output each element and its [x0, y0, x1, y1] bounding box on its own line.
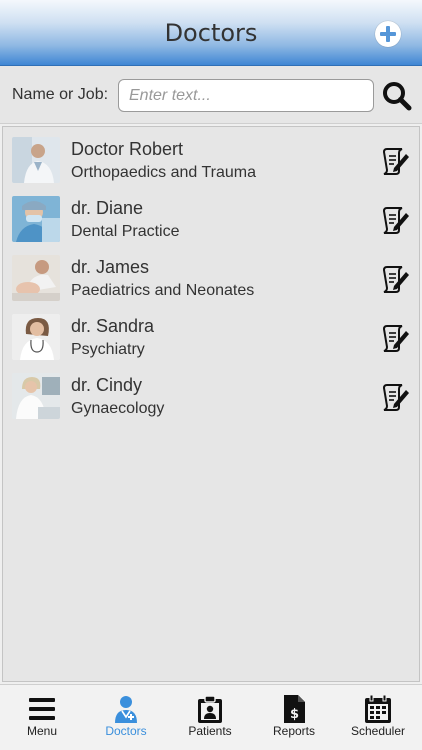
edit-icon[interactable] — [380, 382, 410, 412]
tab-patients[interactable]: Patients — [168, 685, 252, 750]
tab-label: Reports — [272, 724, 316, 738]
tab-doctors[interactable]: Doctors — [84, 685, 168, 750]
add-doctor-button[interactable] — [375, 21, 401, 47]
doctor-name: Doctor Robert — [71, 139, 184, 159]
list-item[interactable]: dr. James Paediatrics and Neonates — [3, 245, 419, 303]
avatar — [12, 255, 60, 301]
patients-icon — [198, 695, 222, 723]
list-item[interactable]: dr. Cindy Gynaecology — [3, 363, 419, 421]
avatar — [12, 373, 60, 419]
tab-bar: Menu Doctors Patients $ Reports Schedule… — [0, 684, 422, 750]
svg-text:$: $ — [290, 707, 299, 722]
tab-label: Patients — [188, 724, 232, 738]
doctor-job: Psychiatry — [71, 341, 145, 358]
search-bar: Name or Job: — [0, 66, 422, 124]
list-item[interactable]: Doctor Robert Orthopaedics and Trauma — [3, 127, 419, 185]
doctor-name: dr. Diane — [71, 198, 144, 218]
doctor-job: Orthopaedics and Trauma — [71, 164, 256, 181]
tab-label: Doctors — [105, 724, 147, 738]
avatar — [12, 196, 60, 242]
avatar — [12, 314, 60, 360]
menu-icon — [29, 698, 55, 720]
edit-icon[interactable] — [380, 205, 410, 235]
calendar-icon — [365, 694, 391, 723]
search-label: Name or Job: — [12, 86, 109, 103]
doctor-name: dr. Cindy — [71, 375, 143, 395]
avatar — [12, 137, 60, 183]
tab-menu[interactable]: Menu — [0, 685, 84, 750]
doctor-job: Dental Practice — [71, 223, 180, 240]
edit-icon[interactable] — [380, 264, 410, 294]
list-item[interactable]: dr. Sandra Psychiatry — [3, 304, 419, 362]
doctor-icon — [115, 696, 137, 723]
list-item[interactable]: dr. Diane Dental Practice — [3, 186, 419, 244]
page-title: Doctors — [164, 19, 258, 47]
tab-label: Scheduler — [350, 724, 406, 738]
search-icon[interactable] — [381, 80, 413, 112]
doctor-job: Gynaecology — [71, 400, 165, 417]
edit-icon[interactable] — [380, 146, 410, 176]
doctor-name: dr. James — [71, 257, 150, 277]
edit-icon[interactable] — [380, 323, 410, 353]
doctor-job: Paediatrics and Neonates — [71, 282, 255, 299]
tab-scheduler[interactable]: Scheduler — [336, 685, 420, 750]
reports-icon: $ — [284, 695, 305, 723]
tab-label: Menu — [26, 724, 58, 738]
doctor-name: dr. Sandra — [71, 316, 155, 336]
tab-reports[interactable]: $ Reports — [252, 685, 336, 750]
search-input[interactable] — [118, 79, 374, 112]
header-bar: Doctors — [0, 0, 422, 66]
doctor-list: Doctor Robert Orthopaedics and Trauma dr… — [2, 126, 420, 682]
